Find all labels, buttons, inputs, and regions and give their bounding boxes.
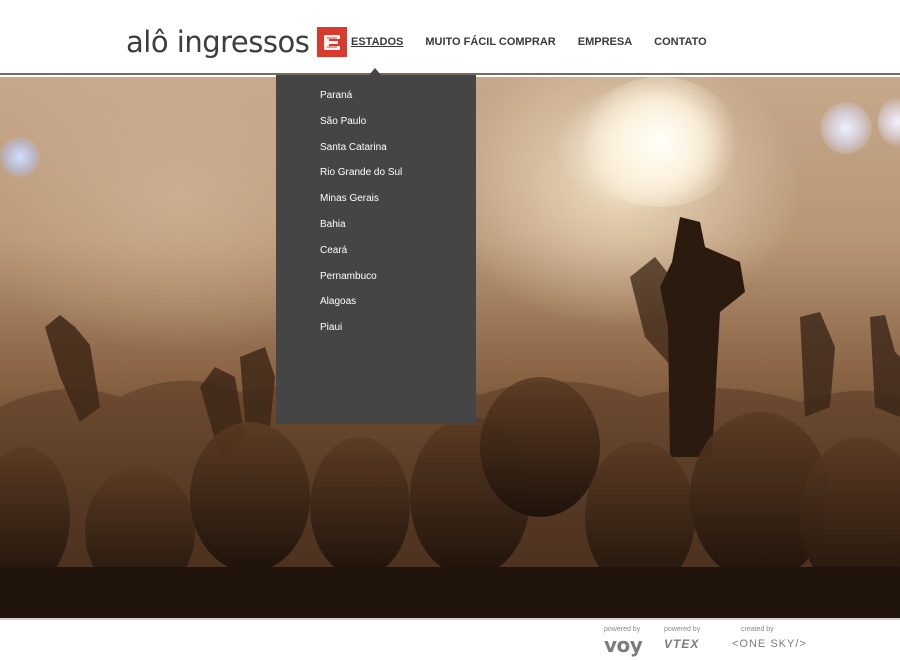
dropdown-item-alagoas[interactable]: Alagoas: [276, 296, 476, 322]
dropdown-item-santa-catarina[interactable]: Santa Catarina: [276, 142, 476, 168]
dropdown-item-bahia[interactable]: Bahia: [276, 219, 476, 245]
nav-item-muito-facil-comprar[interactable]: MUITO FÁCIL COMPRAR: [425, 36, 555, 48]
dropdown-item-minas-gerais[interactable]: Minas Gerais: [276, 193, 476, 219]
site-header: alô ingressos ESTADOS MUITO FÁCIL COMPRA…: [0, 0, 900, 75]
dropdown-item-piaui[interactable]: Piaui: [276, 322, 476, 348]
voy-credit-link[interactable]: powered by voy: [604, 626, 643, 657]
main-nav: ESTADOS MUITO FÁCIL COMPRAR EMPRESA CONT…: [340, 36, 718, 48]
dropdown-item-rio-grande-do-sul[interactable]: Rio Grande do Sul: [276, 167, 476, 193]
logo-link[interactable]: alô ingressos: [126, 24, 348, 60]
nav-item-empresa[interactable]: EMPRESA: [578, 36, 632, 48]
logo-text: alô ingressos: [126, 25, 310, 59]
onesky-logo: <ONE SKY/>: [732, 638, 807, 650]
estados-dropdown-menu: Paraná São Paulo Santa Catarina Rio Gran…: [276, 75, 476, 424]
dropdown-pointer: [369, 68, 381, 75]
dropdown-item-sao-paulo[interactable]: São Paulo: [276, 116, 476, 142]
credit-caption: created by: [741, 626, 774, 633]
onesky-credit-link[interactable]: created by <ONE SKY/>: [732, 626, 807, 652]
dropdown-item-pernambuco[interactable]: Pernambuco: [276, 271, 476, 297]
dropdown-item-parana[interactable]: Paraná: [276, 90, 476, 116]
nav-item-contato[interactable]: CONTATO: [654, 36, 707, 48]
nav-item-estados[interactable]: ESTADOS: [351, 36, 403, 48]
site-footer: powered by voy powered by VTEX created b…: [0, 618, 900, 660]
vtex-credit-link[interactable]: powered by VTEX: [664, 626, 700, 652]
credit-caption: powered by: [664, 626, 701, 633]
vtex-logo: VTEX: [664, 637, 700, 651]
dropdown-item-ceara[interactable]: Ceará: [276, 245, 476, 271]
voy-logo: voy: [604, 633, 643, 657]
